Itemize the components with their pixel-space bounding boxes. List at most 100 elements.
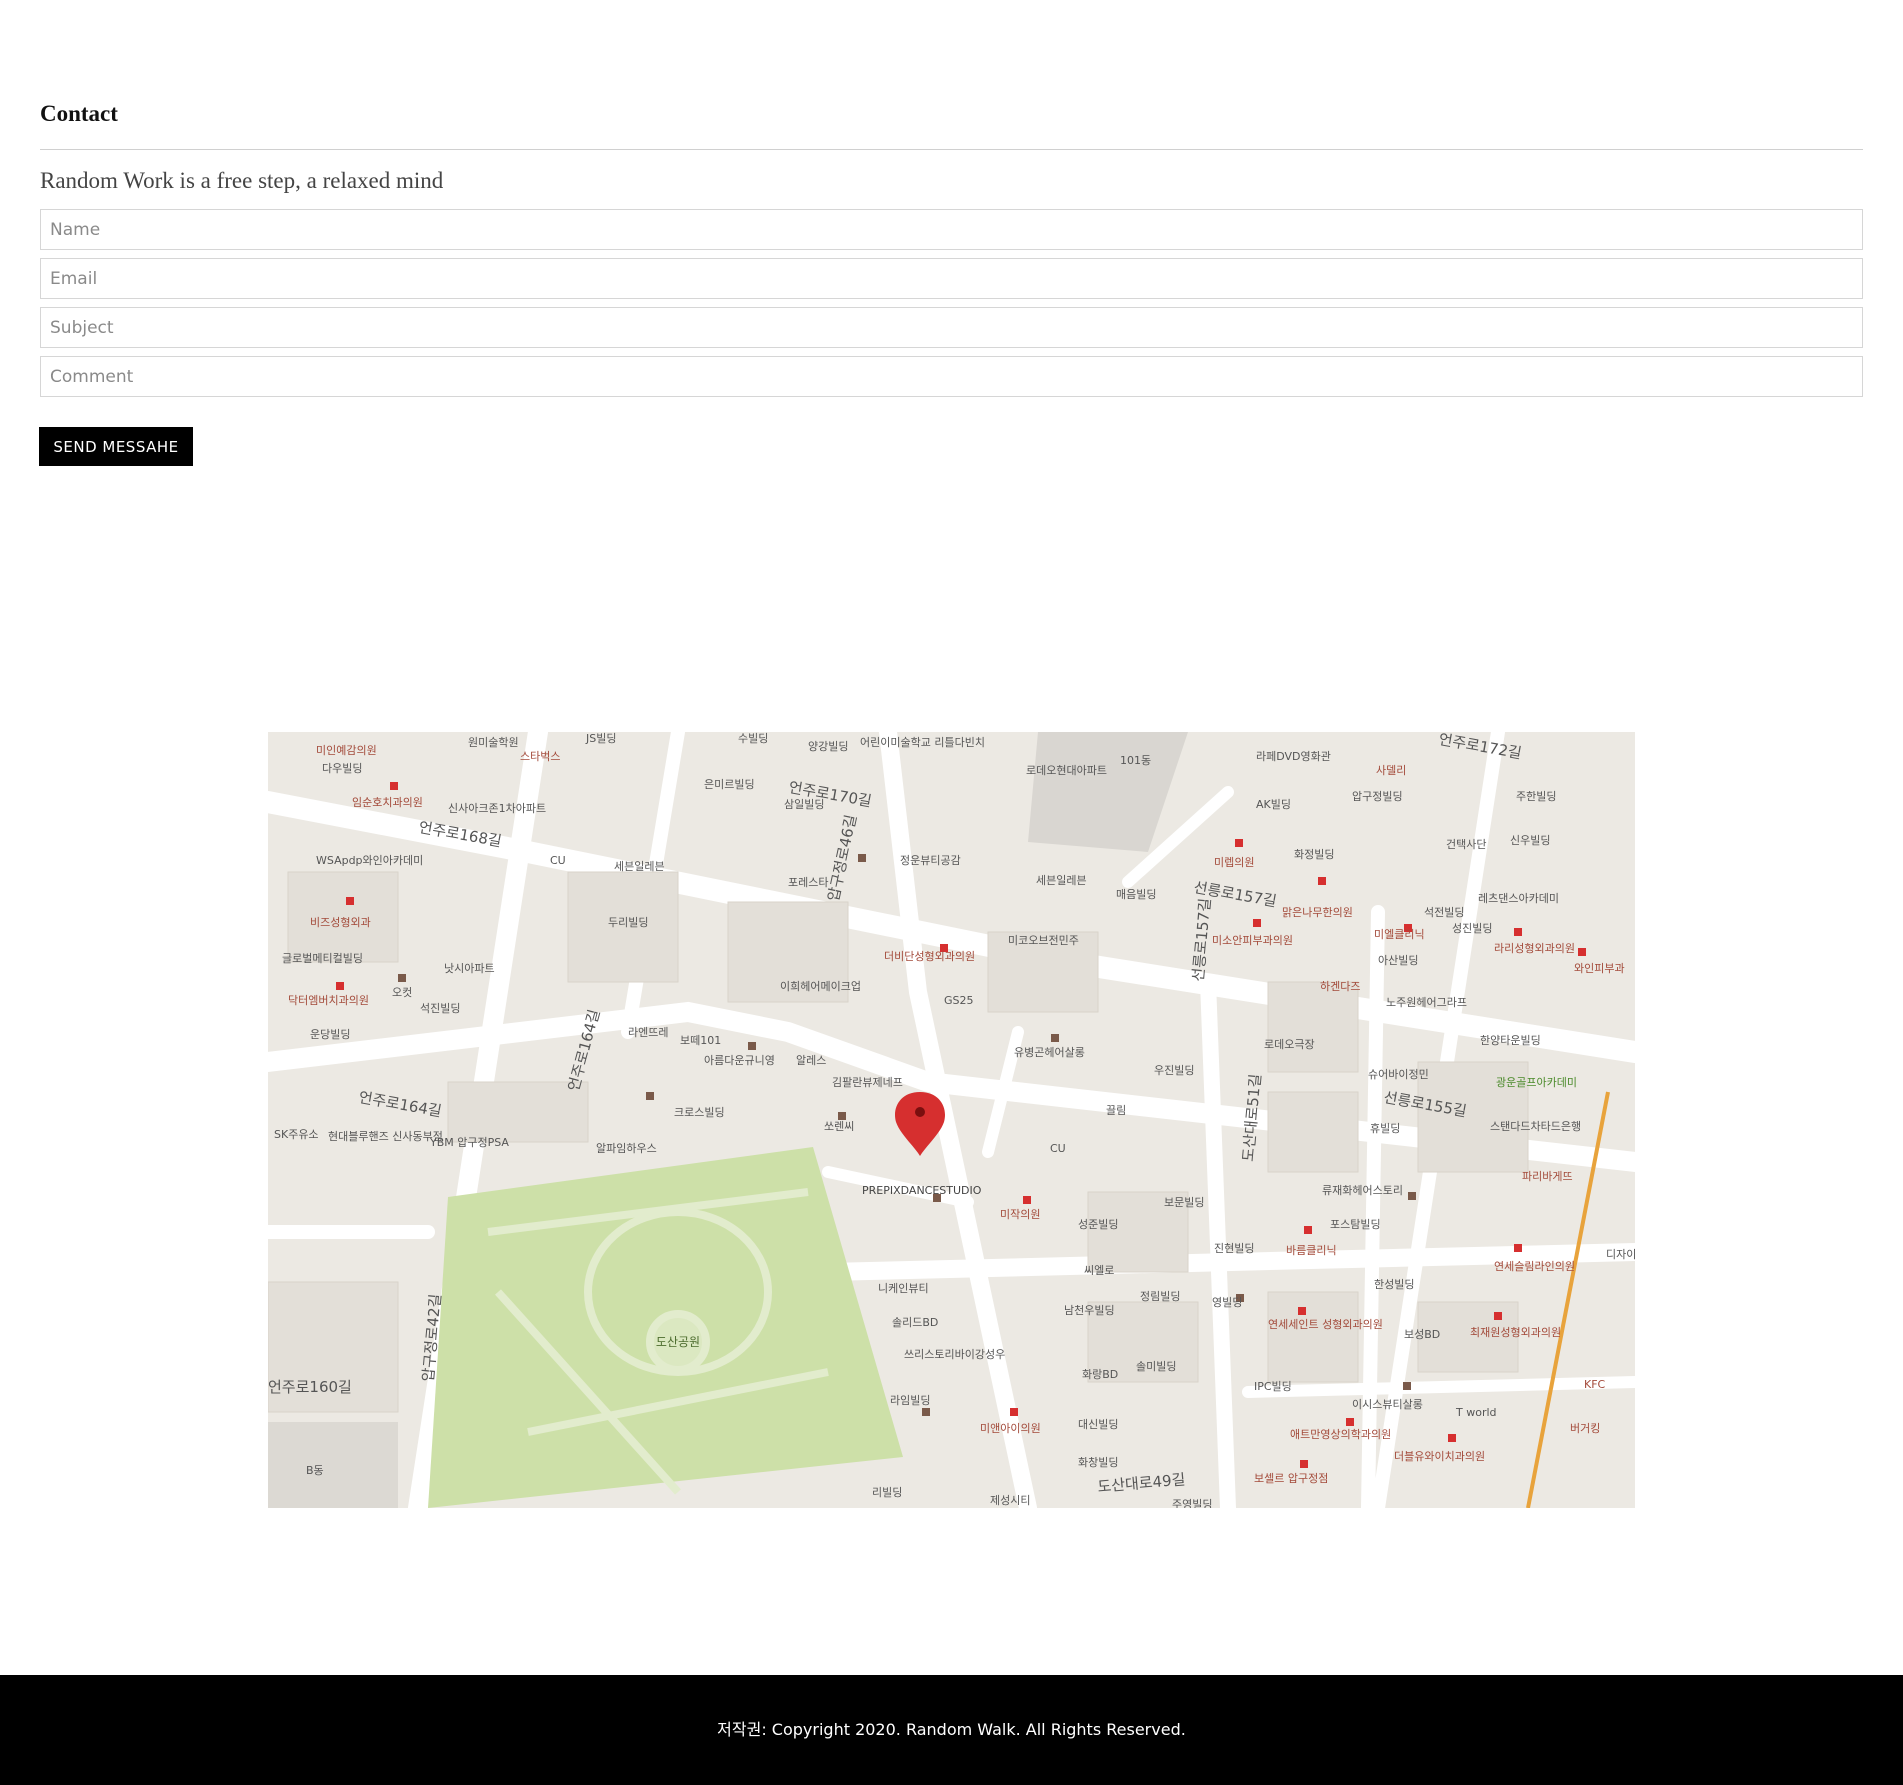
place-label: 이시스뷰티살롱 bbox=[1352, 1398, 1423, 1411]
place-label: 연세세인트 성형외과의원 bbox=[1268, 1318, 1383, 1331]
place-label: 이희헤어메이크업 bbox=[780, 980, 861, 993]
place-label: 솔미빌딩 bbox=[1136, 1360, 1176, 1373]
place-label: 미렙의원 bbox=[1214, 856, 1254, 869]
place-label: 한양타운빌딩 bbox=[1480, 1034, 1541, 1047]
place-label: 원미술학원 bbox=[468, 736, 519, 749]
place-label: 화정빌딩 bbox=[1294, 848, 1334, 861]
place-label: 더비단성형외과의원 bbox=[884, 950, 975, 963]
place-label: 매음빌딩 bbox=[1116, 888, 1156, 901]
map-canvas[interactable]: 도산공원 언주로170길 언주로168길 언주로164길 언주로160길 선릉로… bbox=[268, 732, 1635, 1508]
place-label: 글로벌메티컬빌딩 bbox=[282, 952, 363, 965]
place-label: CU bbox=[550, 854, 566, 867]
place-label: 크로스빌딩 bbox=[674, 1106, 725, 1119]
contact-divider bbox=[40, 149, 1863, 150]
place-label: 비즈성형외과 bbox=[310, 916, 371, 929]
place-label: T world bbox=[1455, 1406, 1497, 1419]
place-label: 연세슬림라인의원 bbox=[1494, 1260, 1575, 1273]
place-label: 삼일빌딩 bbox=[784, 797, 824, 811]
park-label: 도산공원 bbox=[656, 1335, 700, 1349]
name-input[interactable] bbox=[40, 209, 1863, 250]
send-message-button[interactable]: SEND MESSAHE bbox=[39, 427, 193, 466]
location-map[interactable]: 도산공원 언주로170길 언주로168길 언주로164길 언주로160길 선릉로… bbox=[268, 732, 1635, 1508]
place-label: KFC bbox=[1584, 1378, 1606, 1391]
place-label: 주영빌딩 bbox=[1172, 1498, 1212, 1508]
place-label: 아름다운규니영 bbox=[704, 1054, 775, 1067]
place-label: 어린이미술학교 리틀다빈치 bbox=[860, 736, 985, 749]
place-label: 미엘클리닉 bbox=[1374, 928, 1425, 941]
place-label: 포레스타 bbox=[788, 876, 828, 889]
marker-label: PREPIXDANCESTUDIO bbox=[862, 1184, 982, 1197]
place-label: 스타벅스 bbox=[520, 750, 560, 763]
place-label: 임순호치과의원 bbox=[352, 796, 423, 809]
place-label: 라엔뜨레 bbox=[628, 1026, 668, 1039]
place-label: 쏘렌씨 bbox=[824, 1120, 854, 1133]
place-label: 양강빌딩 bbox=[808, 740, 848, 753]
contact-form: SEND MESSAHE bbox=[39, 209, 1863, 466]
place-label: 맑은나무한의원 bbox=[1282, 906, 1353, 919]
place-label: 광운골프아카데미 bbox=[1496, 1076, 1577, 1089]
place-label: 스탠다드차타드은행 bbox=[1490, 1120, 1581, 1133]
place-label: 알레스 bbox=[796, 1053, 826, 1067]
place-label: 성진빌딩 bbox=[1452, 922, 1492, 935]
place-label: 낫시아파트 bbox=[444, 962, 495, 975]
email-input[interactable] bbox=[40, 258, 1863, 299]
place-label: 솔리드BD bbox=[892, 1316, 938, 1329]
place-label: 끌림 bbox=[1106, 1104, 1126, 1117]
place-label: 세븐일레븐 bbox=[1036, 873, 1087, 887]
place-label: 현대블루핸즈 신사동부점 bbox=[328, 1130, 443, 1143]
road-label: 언주로160길 bbox=[268, 1378, 352, 1396]
place-label: 버거킹 bbox=[1570, 1422, 1600, 1435]
place-label: 노주원헤어그라프 bbox=[1386, 996, 1467, 1009]
place-label: 보떼101 bbox=[680, 1034, 721, 1047]
place-label: 씨엘로 bbox=[1084, 1264, 1114, 1277]
place-label: 석진빌딩 bbox=[420, 1002, 460, 1015]
place-label: 로데오현대아파트 bbox=[1026, 764, 1107, 777]
place-label: 라리성형외과의원 bbox=[1494, 942, 1575, 955]
place-label: AK빌딩 bbox=[1256, 798, 1291, 811]
place-label: 남천우빌딩 bbox=[1064, 1303, 1115, 1317]
place-label: 포스탐빌딩 bbox=[1330, 1218, 1381, 1231]
place-label: IPC빌딩 bbox=[1254, 1380, 1292, 1393]
place-label: 한성빌딩 bbox=[1374, 1278, 1414, 1291]
subject-input[interactable] bbox=[40, 307, 1863, 348]
place-label: YBM 압구정PSA bbox=[429, 1136, 509, 1149]
place-label: 유병곤헤어살롱 bbox=[1014, 1046, 1085, 1059]
place-label: 대신빌딩 bbox=[1078, 1418, 1118, 1431]
comment-input[interactable] bbox=[40, 356, 1863, 397]
place-label: 하겐다즈 bbox=[1320, 979, 1360, 993]
contact-section: Contact Random Work is a free step, a re… bbox=[39, 96, 1863, 466]
place-label: 신우빌딩 bbox=[1510, 834, 1550, 847]
place-label: 우진빌딩 bbox=[1154, 1064, 1194, 1077]
place-label: WSApdp와인아카데미 bbox=[316, 854, 423, 867]
place-label: 휴빌딩 bbox=[1370, 1122, 1400, 1135]
place-label: 쓰리스토리바이강성우 bbox=[904, 1348, 1005, 1361]
place-label: 보문빌딩 bbox=[1164, 1196, 1204, 1209]
place-label: 화랑BD bbox=[1082, 1368, 1118, 1381]
place-label: GS25 bbox=[944, 994, 974, 1007]
place-label: 라임빌딩 bbox=[890, 1394, 930, 1407]
place-label: 진현빌딩 bbox=[1214, 1242, 1254, 1255]
place-label: 오컷 bbox=[392, 986, 412, 999]
place-label: SK주유소 bbox=[274, 1128, 319, 1141]
place-label: 정운뷰티공감 bbox=[900, 854, 961, 867]
place-label: 최재원성형외과의원 bbox=[1470, 1326, 1561, 1339]
place-label: 슈어바이정민 bbox=[1368, 1068, 1429, 1081]
place-label: 세븐일레븐 bbox=[614, 859, 665, 873]
place-label: 은미르빌딩 bbox=[704, 778, 755, 791]
place-label: CU bbox=[1050, 1142, 1066, 1155]
place-label: JS빌딩 bbox=[585, 732, 616, 745]
place-label: 두리빌딩 bbox=[608, 916, 648, 929]
place-label: 수빌딩 bbox=[738, 732, 768, 745]
place-label: 압구정빌딩 bbox=[1352, 790, 1403, 803]
place-label: 석전빌딩 bbox=[1424, 906, 1464, 919]
place-label: 다우빌딩 bbox=[322, 762, 362, 775]
place-label: 와인피부과 bbox=[1574, 962, 1625, 975]
building-b bbox=[268, 1422, 398, 1508]
place-label: 애트만영상의학과의원 bbox=[1290, 1428, 1391, 1441]
place-label: 니케인뷰티 bbox=[878, 1282, 929, 1295]
place-label: 닥터엠버치과의원 bbox=[288, 994, 369, 1007]
place-label: 아산빌딩 bbox=[1378, 954, 1418, 967]
place-label: 파리바게뜨 bbox=[1522, 1170, 1573, 1183]
place-label: B동 bbox=[306, 1464, 324, 1477]
place-label: 보셀르 압구정점 bbox=[1254, 1472, 1328, 1485]
